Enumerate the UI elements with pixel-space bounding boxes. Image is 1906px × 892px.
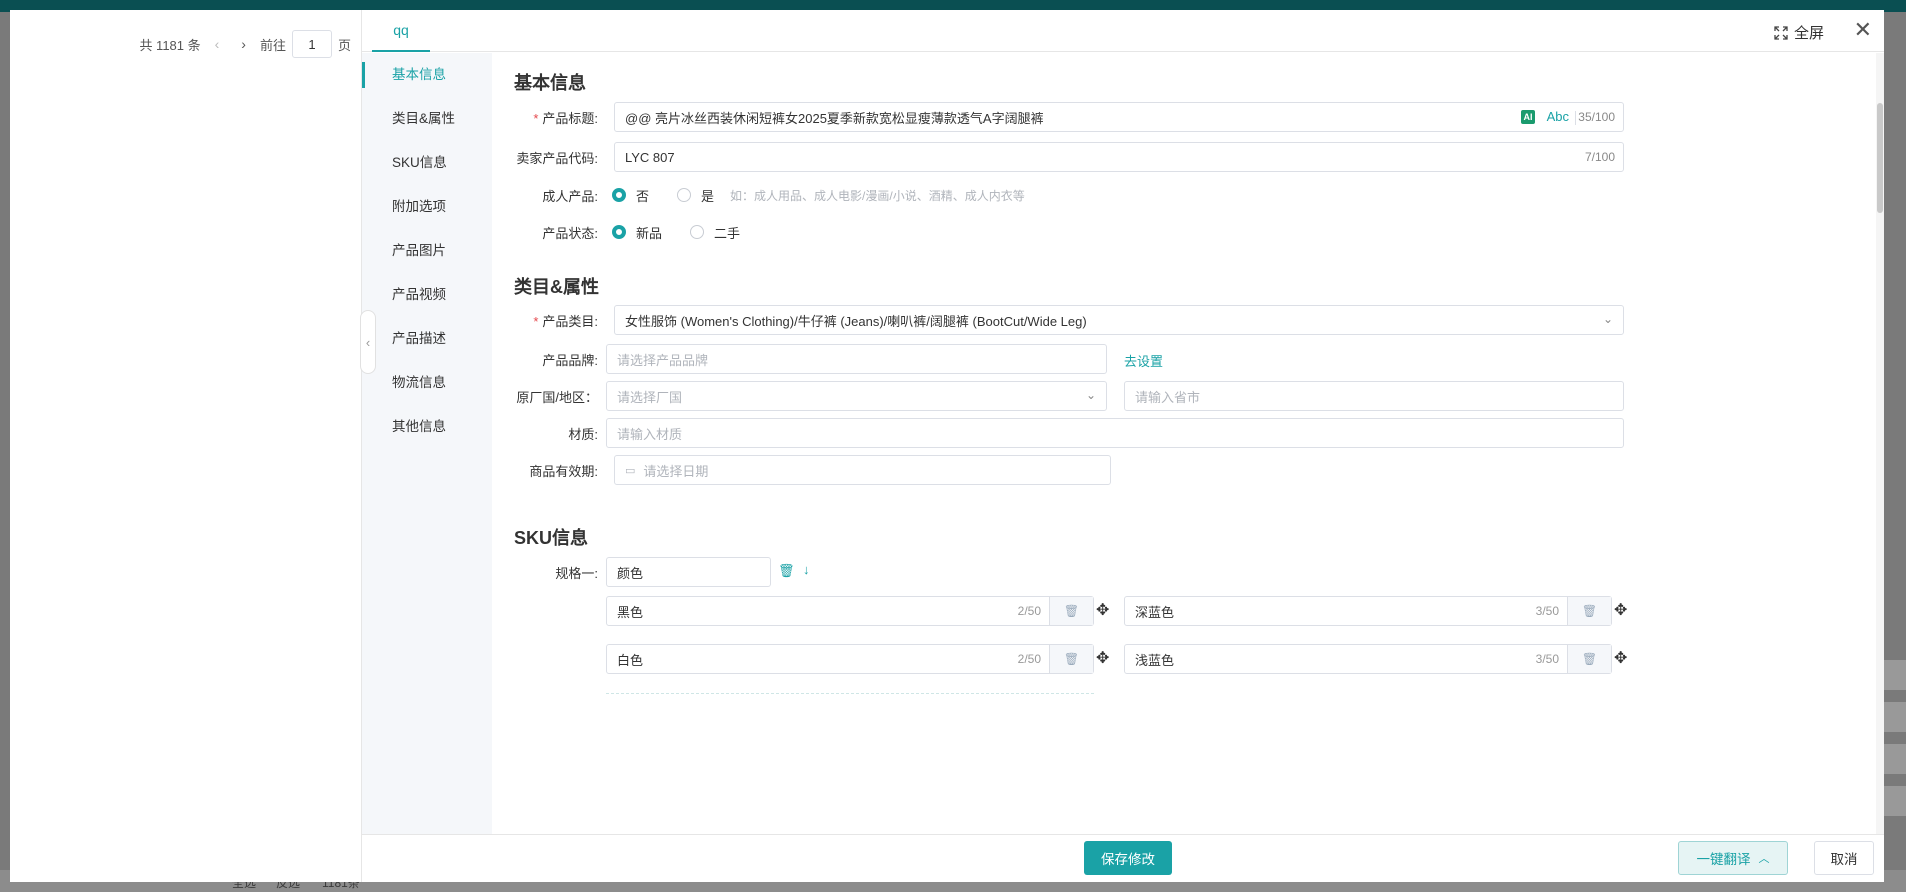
- nav-addons[interactable]: 附加选项: [362, 185, 492, 229]
- spec1-name-input[interactable]: 颜色: [606, 557, 771, 587]
- product-title-input[interactable]: @@ 亮片冰丝西装休闲短裤女2025夏季新款宽松显瘦薄款透气A字阔腿裤 AI A…: [614, 102, 1624, 132]
- nav-basic-info[interactable]: 基本信息: [362, 53, 492, 97]
- dialog-footer: 保存修改 一键翻译 ︿ 取消: [362, 834, 1884, 882]
- chevron-up-icon: ︿: [1758, 853, 1770, 865]
- content-scrollbar[interactable]: [1876, 53, 1884, 843]
- scrollbar-thumb[interactable]: [1877, 103, 1883, 213]
- sku-add-option-area[interactable]: [606, 693, 1094, 699]
- product-category-select[interactable]: 女性服饰 (Women's Clothing)/牛仔裤 (Jeans)/喇叭裤/…: [614, 305, 1624, 335]
- ai-icon[interactable]: AI: [1521, 110, 1535, 124]
- trash-icon[interactable]: 🗑: [1567, 597, 1611, 625]
- adult-label: 成人产品:: [542, 188, 598, 204]
- translate-button[interactable]: 一键翻译 ︿: [1678, 841, 1788, 875]
- drag-handle-icon[interactable]: ✥: [1096, 648, 1109, 668]
- origin-city-input[interactable]: 请输入省市: [1124, 381, 1624, 411]
- pagination: 共 1181 条 ‹ › 前往 页: [139, 30, 351, 58]
- seller-code-label: 卖家产品代码:: [516, 150, 598, 166]
- spec1-label: 规格一:: [555, 565, 598, 581]
- expiry-date-picker[interactable]: ▭ 请选择日期: [614, 455, 1111, 485]
- pager-goto-label: 前往: [259, 37, 286, 53]
- nav-images[interactable]: 产品图片: [362, 229, 492, 273]
- save-button[interactable]: 保存修改: [1084, 841, 1172, 875]
- page-number-input[interactable]: [291, 30, 332, 58]
- section-title-sku: SKU信息: [514, 528, 589, 548]
- brand-select[interactable]: 请选择产品品牌: [606, 344, 1107, 374]
- section-title-category: 类目&属性: [514, 277, 599, 297]
- chevron-left-icon: ‹: [365, 334, 371, 350]
- origin-country-select[interactable]: 请选择厂国 ⌄: [606, 381, 1107, 411]
- collapse-nav-button[interactable]: ‹: [360, 310, 376, 374]
- nav-description[interactable]: 产品描述: [362, 317, 492, 361]
- status-used-radio[interactable]: 二手: [690, 223, 740, 242]
- next-page-icon[interactable]: ›: [233, 36, 254, 52]
- pager-total: 共 1181 条: [139, 37, 201, 53]
- trash-icon[interactable]: 🗑: [1049, 597, 1093, 625]
- nav-logistics[interactable]: 物流信息: [362, 361, 492, 405]
- row-product-category: * 产品类目:: [492, 305, 606, 335]
- nav-category[interactable]: 类目&属性: [362, 97, 492, 141]
- arrow-down-icon[interactable]: ↓: [803, 562, 810, 577]
- adult-no-radio[interactable]: 否: [612, 186, 649, 205]
- expand-icon: [1774, 25, 1788, 40]
- abc-button[interactable]: Abc: [1547, 109, 1569, 124]
- sku-option-black[interactable]: 黑色 2/50 🗑: [606, 596, 1094, 626]
- adult-yes-radio[interactable]: 是: [677, 186, 714, 205]
- brand-label: 产品品牌:: [542, 352, 598, 368]
- row-material: 材质:: [492, 418, 606, 448]
- row-origin: 原厂国/地区：: [492, 381, 606, 411]
- cancel-button[interactable]: 取消: [1814, 841, 1874, 875]
- tab-qq[interactable]: qq: [372, 10, 430, 52]
- adult-hint: 如：成人用品、成人电影/漫画/小说、酒精、成人内衣等: [730, 188, 1025, 203]
- row-expiry: 商品有效期:: [492, 455, 606, 485]
- chevron-down-icon: ⌄: [1085, 388, 1096, 402]
- sku-option-white[interactable]: 白色 2/50 🗑: [606, 644, 1094, 674]
- title-char-counter: 35/100: [1578, 110, 1615, 124]
- calendar-icon: ▭: [625, 464, 636, 477]
- nav-sku[interactable]: SKU信息: [362, 141, 492, 185]
- left-list-panel: 共 1181 条 ‹ › 前往 页: [10, 10, 362, 882]
- product-edit-dialog: qq 全屏 ✕ 基本信息 类目&属性 SKU信息 附加选项 产品图片 产品视频 …: [360, 10, 1884, 882]
- dialog-header: qq 全屏 ✕: [362, 10, 1884, 52]
- section-title-basic: 基本信息: [514, 73, 586, 93]
- seller-code-counter: 7/100: [1584, 150, 1615, 164]
- background-right-strip: [1884, 660, 1906, 870]
- close-icon[interactable]: ✕: [1854, 19, 1872, 41]
- fullscreen-label: 全屏: [1793, 25, 1824, 42]
- category-label: * 产品类目:: [533, 313, 598, 329]
- seller-code-input[interactable]: LYC 807 7/100: [614, 142, 1624, 172]
- product-title-label: * 产品标题:: [533, 110, 598, 126]
- brand-settings-link[interactable]: 去设置: [1124, 351, 1163, 370]
- origin-label: 原厂国/地区：: [516, 389, 598, 405]
- prev-page-icon[interactable]: ‹: [207, 36, 228, 52]
- row-brand: 产品品牌:: [492, 344, 606, 374]
- status-new-radio[interactable]: 新品: [612, 223, 662, 242]
- drag-handle-icon[interactable]: ✥: [1614, 648, 1627, 668]
- fullscreen-button[interactable]: 全屏: [1774, 22, 1824, 43]
- drag-handle-icon[interactable]: ✥: [1096, 600, 1109, 620]
- sku-option-darkblue[interactable]: 深蓝色 3/50 🗑: [1124, 596, 1612, 626]
- row-adult-product: 成人产品: 否 是 如：成人用品、成人电影/漫画/小说、酒精、成人内衣等: [492, 180, 1025, 210]
- nav-other[interactable]: 其他信息: [362, 405, 492, 449]
- trash-icon[interactable]: 🗑: [1049, 645, 1093, 673]
- expiry-label: 商品有效期:: [529, 463, 598, 479]
- trash-icon[interactable]: 🗑: [1567, 645, 1611, 673]
- drag-handle-icon[interactable]: ✥: [1614, 600, 1627, 620]
- row-seller-code: 卖家产品代码:: [492, 142, 606, 172]
- material-label: 材质:: [568, 426, 598, 442]
- chevron-down-icon: ⌄: [1602, 312, 1613, 326]
- nav-video[interactable]: 产品视频: [362, 273, 492, 317]
- section-nav: 基本信息 类目&属性 SKU信息 附加选项 产品图片 产品视频 产品描述 物流信…: [362, 53, 492, 843]
- form-content: 基本信息 * 产品标题: @@ 亮片冰丝西装休闲短裤女2025夏季新款宽松显瘦薄款…: [492, 53, 1868, 843]
- material-input[interactable]: 请输入材质: [606, 418, 1624, 448]
- status-label: 产品状态:: [542, 225, 598, 241]
- row-spec1: 规格一:: [492, 557, 606, 587]
- trash-icon[interactable]: 🗑: [778, 563, 795, 579]
- pager-suffix: 页: [337, 37, 351, 53]
- row-product-title: * 产品标题:: [492, 102, 606, 132]
- sku-option-lightblue[interactable]: 浅蓝色 3/50 🗑: [1124, 644, 1612, 674]
- row-product-status: 产品状态: 新品 二手: [492, 217, 768, 247]
